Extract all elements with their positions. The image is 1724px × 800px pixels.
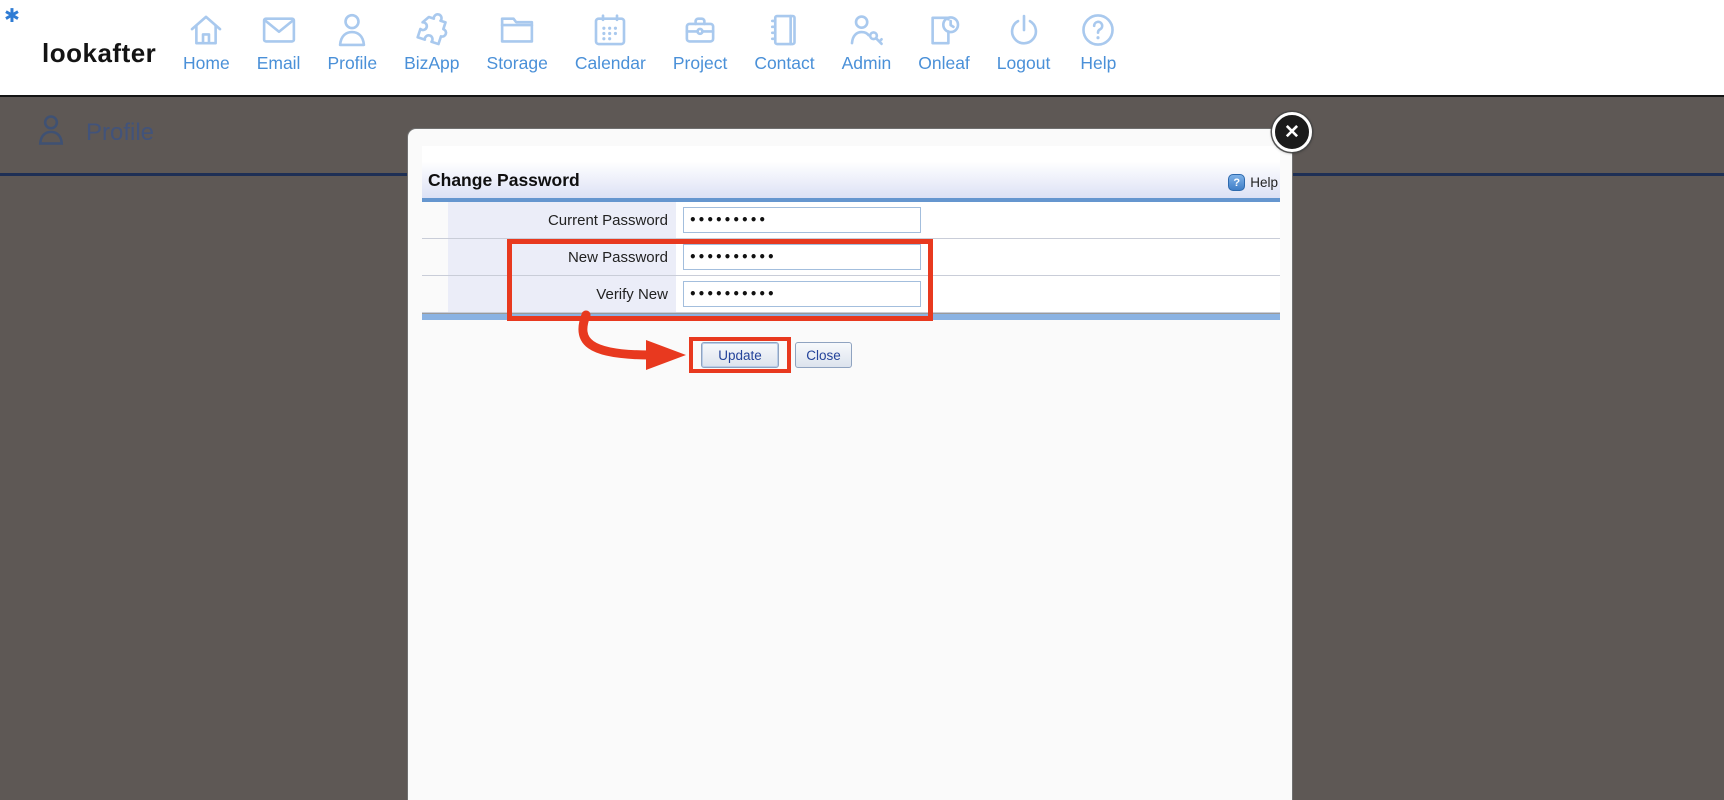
folder-icon (496, 9, 538, 51)
new-password-label: New Password (448, 239, 676, 275)
current-password-label: Current Password (448, 202, 676, 238)
update-button[interactable]: Update (701, 342, 779, 368)
user-key-icon (845, 9, 887, 51)
help-label: Help (1250, 175, 1278, 190)
nav-item-home[interactable]: Home (183, 9, 230, 74)
nav-item-profile[interactable]: Profile (327, 9, 377, 74)
current-password-field[interactable] (683, 207, 921, 233)
nav-item-storage[interactable]: Storage (487, 9, 548, 74)
nav-item-onleaf[interactable]: Onleaf (918, 9, 970, 74)
nav-item-calendar[interactable]: Calendar (575, 9, 646, 74)
dialog-close-icon[interactable]: ✕ (1272, 112, 1312, 152)
nav-item-project[interactable]: Project (673, 9, 727, 74)
help-icon: ? (1228, 174, 1245, 191)
nav-label: Contact (754, 53, 814, 74)
close-button[interactable]: Close (795, 342, 852, 368)
dialog-header: Change Password ? Help (422, 146, 1280, 198)
nav-label: Email (257, 53, 301, 74)
row-current-password: Current Password (422, 202, 1280, 239)
blue-asterisk-icon: ✱ (4, 5, 20, 28)
briefcase-icon (679, 9, 721, 51)
person-icon (32, 111, 70, 149)
nav-item-contact[interactable]: Contact (754, 9, 814, 74)
nav-item-admin[interactable]: Admin (842, 9, 892, 74)
email-icon (258, 9, 300, 51)
nav-label: Project (673, 53, 727, 74)
nav-label: Logout (997, 53, 1051, 74)
calendar-icon (589, 9, 631, 51)
question-circle-icon (1077, 9, 1119, 51)
power-icon (1003, 9, 1045, 51)
address-book-icon (763, 9, 805, 51)
document-clock-icon (923, 9, 965, 51)
page-title: Profile (86, 119, 154, 147)
nav-item-logout[interactable]: Logout (997, 9, 1051, 74)
dialog-title: Change Password (428, 170, 580, 191)
row-verify-new: Verify New (422, 276, 1280, 313)
change-password-dialog: Change Password ? Help Current Password … (407, 128, 1293, 800)
nav-label: Admin (842, 53, 892, 74)
top-navigation-bar: ✱ lookafter Home Email Profile (0, 0, 1724, 97)
row-new-password: New Password (422, 239, 1280, 276)
form-bottom-divider (422, 313, 1280, 320)
nav-label: Calendar (575, 53, 646, 74)
help-link[interactable]: ? Help (1228, 174, 1278, 191)
nav-label: Help (1080, 53, 1116, 74)
screen: ✱ lookafter Home Email Profile (0, 0, 1724, 800)
person-icon (331, 9, 373, 51)
nav-item-bizapp[interactable]: BizApp (404, 9, 459, 74)
nav-label: Profile (327, 53, 377, 74)
verify-new-label: Verify New (448, 276, 676, 312)
app-logo[interactable]: lookafter (42, 38, 156, 69)
nav-label: BizApp (404, 53, 459, 74)
nav-item-help[interactable]: Help (1077, 9, 1119, 74)
nav-items: Home Email Profile BizApp (183, 9, 1119, 74)
home-icon (185, 9, 227, 51)
nav-label: Onleaf (918, 53, 970, 74)
verify-new-field[interactable] (683, 281, 921, 307)
puzzle-icon (411, 9, 453, 51)
nav-item-email[interactable]: Email (257, 9, 301, 74)
password-form: Current Password New Password Verify New (422, 202, 1280, 313)
nav-label: Storage (487, 53, 548, 74)
nav-label: Home (183, 53, 230, 74)
new-password-field[interactable] (683, 244, 921, 270)
